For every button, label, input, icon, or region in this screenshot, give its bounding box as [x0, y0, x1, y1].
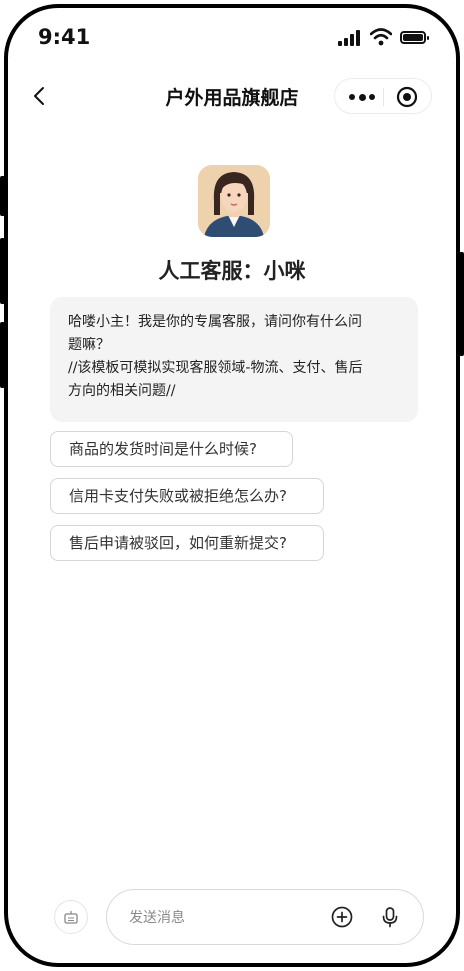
message-line: 题嘛？	[68, 337, 110, 353]
keyboard-icon	[64, 911, 78, 924]
status-bar: 9:41	[8, 8, 456, 72]
message-line: 哈喽小主！我是你的专属客服，请问你有什么问	[68, 314, 362, 330]
status-time: 9:41	[38, 25, 91, 49]
capsule-divider	[383, 88, 384, 106]
quick-question-aftersale[interactable]: 售后申请被驳回，如何重新提交?	[50, 525, 324, 561]
keyboard-button[interactable]	[54, 900, 88, 934]
target-icon[interactable]	[396, 86, 418, 108]
message-line: //该模板可模拟实现客服领域-物流、支付、售后	[68, 360, 363, 376]
plus-circle-icon[interactable]	[331, 906, 353, 928]
battery-icon	[400, 31, 429, 44]
agent-message-bubble: 哈喽小主！我是你的专属客服，请问你有什么问 题嘛？ //该模板可模拟实现客服领域…	[50, 297, 418, 422]
avatar	[198, 165, 270, 237]
signal-icon	[338, 30, 362, 46]
quick-question-payment[interactable]: 信用卡支付失败或被拒绝怎么办?	[50, 478, 324, 514]
phone-frame: 9:41 户外用品旗舰店 人工客服：小咪 哈喽小主！我是你的专属客服，请问你有什…	[4, 4, 460, 967]
wifi-icon	[370, 28, 392, 46]
mini-program-capsule	[334, 78, 432, 114]
more-icon[interactable]	[349, 93, 375, 101]
quick-question-shipping[interactable]: 商品的发货时间是什么时候?	[50, 431, 293, 467]
message-input[interactable]	[127, 906, 321, 930]
agent-name: 人工客服：小咪	[158, 259, 306, 283]
nav-bar: 户外用品旗舰店	[8, 72, 456, 124]
message-input-bar	[106, 889, 424, 945]
mic-icon[interactable]	[379, 906, 401, 928]
message-line: 方向的相关问题//	[68, 383, 176, 399]
